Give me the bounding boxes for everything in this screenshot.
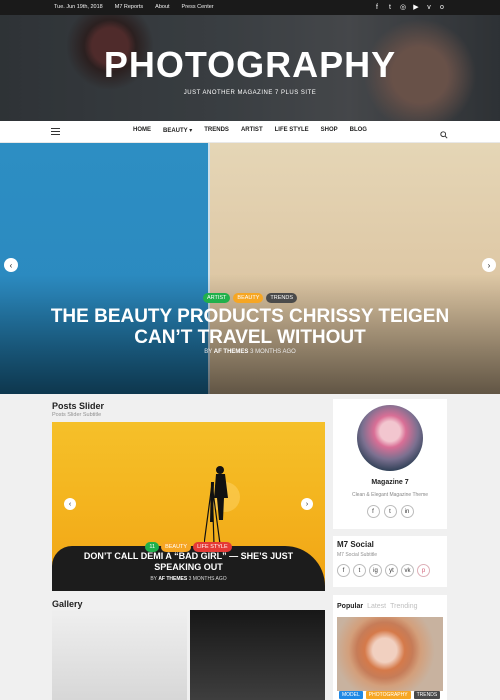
- hero-author[interactable]: AF THEMES: [214, 349, 249, 355]
- author-name: Magazine 7: [371, 479, 409, 486]
- twitter-icon[interactable]: t: [386, 3, 394, 11]
- posts-author-prefix: BY: [150, 576, 157, 582]
- date-text: Tue. Jun 19th, 2018: [54, 4, 103, 10]
- site-tagline: JUST ANOTHER MAGAZINE 7 PLUS SITE: [183, 90, 317, 96]
- nav-shop[interactable]: SHOP: [321, 127, 338, 134]
- top-social-icons: f t ◎ ▶ v o: [373, 3, 446, 12]
- posts-slider-headline[interactable]: DON’T CALL DEMI A “BAD GIRL” — SHE’S JUS…: [82, 551, 295, 573]
- posts-slider-title: Posts Slider: [52, 401, 105, 411]
- nav-life-style[interactable]: LIFE STYLE: [275, 127, 309, 134]
- tabs: Popular Latest Trending: [337, 603, 418, 610]
- twitter-icon[interactable]: t: [383, 505, 397, 518]
- m7-social-subtitle: M7 Social Subtitle: [337, 552, 378, 558]
- author-description: Clean & Elegant Magazine Theme: [351, 492, 429, 498]
- gallery-image-1[interactable]: [52, 610, 187, 700]
- gallery-title: Gallery: [52, 599, 83, 609]
- tab-latest[interactable]: Latest: [367, 603, 386, 610]
- facebook-icon[interactable]: f: [366, 505, 380, 518]
- author-social-icons: f t in: [333, 505, 447, 518]
- hero-slider[interactable]: ‹ › ARTIST BEAUTY TRENDS THE BEAUTY PROD…: [0, 143, 500, 394]
- nav-artist[interactable]: ARTIST: [241, 127, 263, 134]
- popular-post-badges: MODEL PHOTOGRAPHY TRENDS: [339, 691, 441, 699]
- instagram-icon[interactable]: ig: [369, 564, 382, 577]
- hero-title[interactable]: THE BEAUTY PRODUCTS CHRISSY TEIGEN CAN’T…: [50, 306, 450, 348]
- hero-time: 3 MONTHS AGO: [250, 349, 296, 355]
- tabs-card: Popular Latest Trending MODEL PHOTOGRAPH…: [333, 595, 447, 700]
- posts-time: 3 MONTHS AGO: [188, 576, 227, 582]
- m7-social-title: M7 Social: [337, 540, 374, 549]
- vk-icon[interactable]: v: [425, 3, 433, 11]
- gallery-image-2[interactable]: [190, 610, 325, 700]
- header-banner: Tue. Jun 19th, 2018 M7 Reports About Pre…: [0, 0, 500, 121]
- facebook-icon[interactable]: f: [373, 3, 381, 11]
- hero-cat-beauty[interactable]: BEAUTY: [233, 293, 264, 303]
- nav-menu: HOME BEAUTY ▾ TRENDS ARTIST LIFE STYLE S…: [0, 127, 500, 134]
- popular-post-image[interactable]: [337, 617, 443, 691]
- nav-beauty[interactable]: BEAUTY ▾: [163, 127, 192, 134]
- popular-cat-trends[interactable]: TRENDS: [413, 691, 441, 699]
- posts-author[interactable]: AF THEMES: [158, 576, 187, 582]
- hero-categories: ARTIST BEAUTY TRENDS: [0, 293, 500, 303]
- site-title[interactable]: PHOTOGRAPHY: [0, 44, 500, 86]
- hero-meta: BY AF THEMES 3 MONTHS AGO: [0, 349, 500, 355]
- hero-cat-trends[interactable]: TRENDS: [266, 293, 298, 303]
- m7-social-card: M7 Social M7 Social Subtitle f t ig yt v…: [333, 536, 447, 587]
- photographer-silhouette: [204, 466, 228, 544]
- odnoklassniki-icon[interactable]: o: [438, 3, 446, 11]
- main-nav: HOME BEAUTY ▾ TRENDS ARTIST LIFE STYLE S…: [0, 121, 500, 143]
- top-link-about[interactable]: About: [155, 3, 169, 11]
- gallery: [52, 610, 325, 700]
- posts-slider[interactable]: ‹ › 11 BEAUTY LIFE STYLE DON’T CALL DEMI…: [52, 422, 325, 591]
- posts-slider-prev-arrow[interactable]: ‹: [64, 498, 76, 510]
- tab-trending[interactable]: Trending: [390, 603, 417, 610]
- m7-social-icons: f t ig yt vk p: [337, 564, 430, 577]
- hero-prev-arrow[interactable]: ‹: [4, 258, 18, 272]
- nav-beauty-label: BEAUTY: [163, 128, 188, 134]
- top-bar: Tue. Jun 19th, 2018 M7 Reports About Pre…: [0, 0, 500, 15]
- top-link-press-center[interactable]: Press Center: [182, 3, 214, 11]
- posts-slider-next-arrow[interactable]: ›: [301, 498, 313, 510]
- instagram-icon[interactable]: ◎: [399, 3, 407, 11]
- hero-cat-artist[interactable]: ARTIST: [202, 293, 231, 303]
- search-icon[interactable]: [440, 126, 448, 139]
- vk-icon[interactable]: vk: [401, 564, 414, 577]
- youtube-icon[interactable]: ▶: [412, 3, 420, 11]
- hero-next-arrow[interactable]: ›: [482, 258, 496, 272]
- posts-slider-meta: BY AF THEMES 3 MONTHS AGO: [52, 576, 325, 582]
- hero-author-prefix: BY: [204, 349, 213, 355]
- twitter-icon[interactable]: t: [353, 564, 366, 577]
- pinterest-icon[interactable]: p: [417, 564, 430, 577]
- top-links: Tue. Jun 19th, 2018 M7 Reports About Pre…: [54, 3, 214, 11]
- nav-blog[interactable]: BLOG: [350, 127, 367, 134]
- popular-cat-photography[interactable]: PHOTOGRAPHY: [365, 691, 411, 699]
- linkedin-icon[interactable]: in: [400, 505, 414, 518]
- nav-trends[interactable]: TRENDS: [204, 127, 229, 134]
- posts-slider-subtitle: Posts Slider Subtitle: [52, 412, 102, 418]
- chevron-down-icon: ▾: [189, 128, 193, 134]
- author-card: Magazine 7 Clean & Elegant Magazine Them…: [333, 399, 447, 529]
- page: Tue. Jun 19th, 2018 M7 Reports About Pre…: [0, 0, 500, 700]
- popular-cat-model[interactable]: MODEL: [339, 691, 363, 699]
- tab-popular[interactable]: Popular: [337, 603, 363, 610]
- top-link-reports[interactable]: M7 Reports: [115, 3, 143, 11]
- nav-home[interactable]: HOME: [133, 127, 151, 134]
- youtube-icon[interactable]: yt: [385, 564, 398, 577]
- brand: PHOTOGRAPHY JUST ANOTHER MAGAZINE 7 PLUS…: [0, 44, 500, 96]
- avatar[interactable]: [357, 405, 423, 471]
- facebook-icon[interactable]: f: [337, 564, 350, 577]
